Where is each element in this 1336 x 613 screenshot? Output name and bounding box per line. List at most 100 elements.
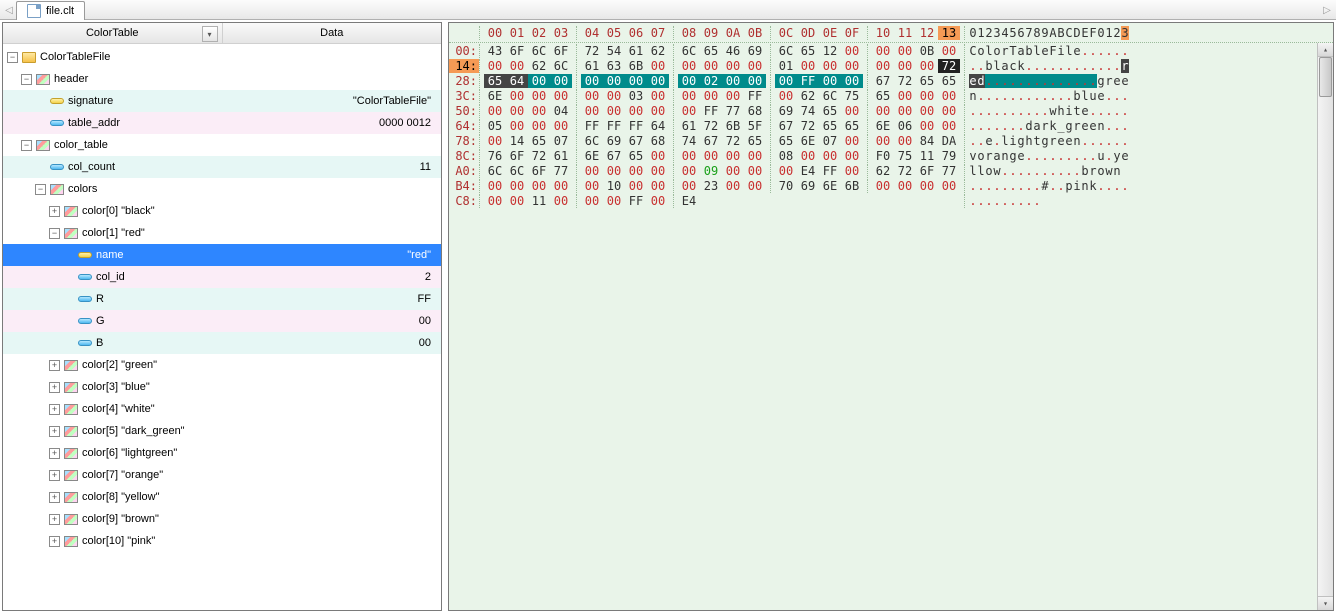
hex-byte[interactable]: 6F [916,164,938,178]
hex-byte[interactable]: 00 [872,44,894,58]
hex-byte[interactable]: 04 [550,104,572,118]
hex-byte[interactable]: 00 [603,89,625,103]
hex-byte[interactable]: 00 [916,119,938,133]
tab-next-button[interactable]: ▷ [1320,1,1334,19]
hex-byte[interactable]: 6F [550,44,572,58]
hex-byte[interactable]: 00 [916,179,938,193]
tree-row[interactable]: +color[7] "orange" [3,464,441,486]
hex-byte[interactable]: 11 [528,194,550,208]
hex-byte[interactable]: 68 [744,104,766,118]
hex-byte[interactable]: 00 [894,104,916,118]
hex-byte[interactable]: 00 [872,104,894,118]
hex-byte[interactable]: 54 [603,44,625,58]
hex-byte[interactable]: 62 [647,44,669,58]
hex-byte[interactable]: 00 [722,179,744,193]
tree-row[interactable]: +color[3] "blue" [3,376,441,398]
tree-row[interactable]: −color_table [3,134,441,156]
hex-byte[interactable]: 00 [700,89,722,103]
hex-byte[interactable]: 00 [938,104,960,118]
tree-col-data[interactable]: Data [223,23,442,43]
tree-row[interactable]: +color[0] "black" [3,200,441,222]
expand-toggle[interactable]: + [49,426,60,437]
hex-byte[interactable]: 00 [678,179,700,193]
hex-byte[interactable]: 00 [625,74,647,88]
hex-byte[interactable] [722,194,744,208]
hex-byte[interactable]: 00 [872,134,894,148]
hex-byte[interactable]: 00 [581,164,603,178]
hex-byte[interactable]: 69 [775,104,797,118]
hex-byte[interactable]: FF [744,89,766,103]
expand-toggle[interactable]: + [49,206,60,217]
hex-byte[interactable]: 6F [506,149,528,163]
hex-byte[interactable]: 00 [938,44,960,58]
hex-byte[interactable]: 00 [603,164,625,178]
hex-byte[interactable]: 00 [484,134,506,148]
scrollbar[interactable]: ▴ ▾ [1317,43,1333,610]
expand-toggle[interactable]: − [49,228,60,239]
hex-byte[interactable]: FF [819,164,841,178]
hex-byte[interactable]: 61 [625,44,647,58]
tree-row[interactable]: B00 [3,332,441,354]
hex-byte[interactable]: 72 [700,119,722,133]
hex-byte[interactable]: 6B [722,119,744,133]
hex-byte[interactable]: 6E [484,89,506,103]
hex-byte[interactable]: 68 [647,134,669,148]
hex-byte[interactable]: 61 [581,59,603,73]
hex-byte[interactable]: 00 [744,59,766,73]
tree-row[interactable]: −ColorTableFile [3,46,441,68]
hex-byte[interactable]: 07 [819,134,841,148]
hex-row[interactable]: C8:000011000000FF00E4......... [449,193,1333,208]
hex-byte[interactable]: 75 [894,149,916,163]
hex-byte[interactable]: 72 [894,74,916,88]
hex-row[interactable]: 14:0000626C61636B00000000000100000000000… [449,58,1333,73]
hex-byte[interactable]: 65 [819,104,841,118]
expand-toggle[interactable]: + [49,382,60,393]
hex-byte[interactable]: 00 [744,179,766,193]
hex-byte[interactable]: 00 [603,194,625,208]
hex-byte[interactable]: 65 [819,119,841,133]
hex-byte[interactable]: 11 [916,149,938,163]
hex-byte[interactable]: 72 [797,119,819,133]
hex-byte[interactable]: 00 [775,164,797,178]
hex-byte[interactable]: 0B [916,44,938,58]
hex-byte[interactable]: 6B [625,59,647,73]
hex-byte[interactable]: 72 [722,134,744,148]
hex-byte[interactable]: 00 [797,149,819,163]
tree-row[interactable]: −color[1] "red" [3,222,441,244]
hex-byte[interactable]: 00 [484,179,506,193]
hex-byte[interactable]: 00 [506,119,528,133]
hex-byte[interactable]: 00 [678,59,700,73]
hex-byte[interactable]: 00 [841,104,863,118]
hex-byte[interactable]: 77 [938,164,960,178]
hex-byte[interactable]: 65 [916,74,938,88]
hex-byte[interactable]: FF [581,119,603,133]
hex-byte[interactable]: 00 [678,89,700,103]
hex-byte[interactable]: 77 [722,104,744,118]
hex-byte[interactable]: 02 [700,74,722,88]
hex-row[interactable]: A0:6C6C6F77000000000009000000E4FF0062726… [449,163,1333,178]
hex-byte[interactable]: 06 [894,119,916,133]
hex-byte[interactable]: 00 [550,179,572,193]
hex-byte[interactable]: 00 [678,164,700,178]
expand-toggle[interactable]: + [49,470,60,481]
hex-byte[interactable]: 62 [528,59,550,73]
hex-row[interactable]: 28:65640000000000000002000000FF000067726… [449,73,1333,88]
tree-row[interactable]: name"red" [3,244,441,266]
tree-row[interactable]: table_addr0000 0012 [3,112,441,134]
hex-byte[interactable]: 65 [528,134,550,148]
hex-byte[interactable]: 00 [894,179,916,193]
hex-byte[interactable]: 6E [819,179,841,193]
hex-byte[interactable]: 00 [938,89,960,103]
hex-byte[interactable]: 69 [744,44,766,58]
tree-row[interactable]: G00 [3,310,441,332]
hex-byte[interactable]: 6C [506,164,528,178]
hex-byte[interactable]: 00 [647,194,669,208]
hex-byte[interactable]: 00 [894,134,916,148]
hex-byte[interactable]: 00 [647,179,669,193]
hex-byte[interactable]: 00 [506,59,528,73]
hex-byte[interactable]: 00 [916,89,938,103]
hex-byte[interactable]: 00 [647,74,669,88]
expand-toggle[interactable]: − [35,184,46,195]
hex-byte[interactable]: 61 [550,149,572,163]
hex-byte[interactable]: 00 [647,164,669,178]
